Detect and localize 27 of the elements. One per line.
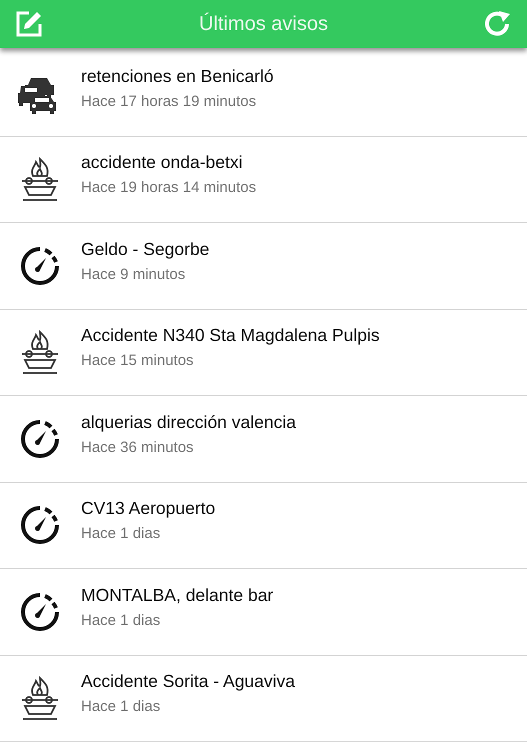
alert-time: Hace 36 minutos	[81, 438, 195, 456]
alert-time: Hace 1 dias	[81, 525, 162, 542]
alert-title: MONTALBA, delante bar	[81, 584, 274, 606]
alert-title: alquerias dirección valencia	[81, 412, 296, 433]
alert-title: Accidente N340 Sta Magdalena Pulpis	[81, 325, 380, 346]
edit-button[interactable]	[14, 9, 44, 39]
alert-title: Geldo - Segorbe	[81, 238, 210, 260]
alert-item[interactable]: Accidente N340 Sta Magdalena Pulpis Hace 15 minutos	[0, 310, 527, 396]
alert-title: retenciones en Benicarló	[81, 66, 274, 87]
alert-time: Hace 17 horas 19 minutos	[81, 92, 258, 110]
alert-item[interactable]: retenciones en Benicarló Hace 17 horas 19 minutos	[0, 50, 527, 136]
alert-time: Hace 1 dias	[81, 698, 162, 716]
alert-time: Hace 15 minutos	[81, 352, 195, 370]
alert-time: Hace 1 dias	[81, 612, 162, 629]
alert-item[interactable]: CV13 Aeropuerto Hace 1 dias	[0, 482, 527, 569]
alert-item[interactable]: alquerias dirección valencia Hace 36 minutos	[0, 396, 527, 482]
header-title: Últimos avisos	[199, 12, 328, 36]
alert-item[interactable]: Geldo - Segorbe Hace 9 minutos	[0, 223, 527, 310]
alert-title: CV13 Aeropuerto	[81, 498, 216, 520]
alert-item[interactable]: accidente onda-betxi Hace 19 horas 14 minutos	[0, 136, 527, 223]
alert-item[interactable]: MONTALBA, delante bar Hace 1 dias	[0, 569, 527, 656]
alert-title: Accidente Sorita - Aguaviva	[81, 671, 296, 692]
alert-time: Hace 19 horas 14 minutos	[81, 179, 256, 196]
alert-item[interactable]: Accidente Sorita - Aguaviva Hace 1 dias	[0, 656, 527, 742]
alert-time: Hace 9 minutos	[81, 266, 186, 283]
edit-icon	[15, 10, 43, 38]
alert-title: accidente onda-betxi	[81, 152, 244, 174]
